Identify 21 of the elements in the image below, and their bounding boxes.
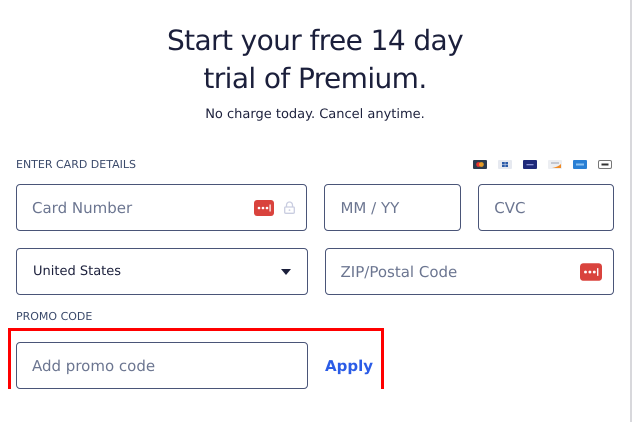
payment-card-icon	[548, 160, 562, 169]
input-field[interactable]: CVC	[478, 184, 614, 231]
card-number-field[interactable]: Card Number	[16, 184, 308, 231]
payment-card-icon	[498, 160, 512, 169]
subtitle: No charge today. Cancel anytime.	[205, 107, 425, 122]
country-select[interactable]: United States	[16, 248, 308, 295]
promo-code-field[interactable]: Add promo code	[16, 342, 308, 389]
page-title: Start your free 14 day trial of Premium.	[166, 23, 464, 97]
payment-card-icon	[573, 160, 587, 169]
password-manager-icon[interactable]	[580, 262, 602, 280]
payment-card-icon	[523, 160, 537, 169]
caret-icon	[280, 268, 291, 274]
lock-icon	[284, 201, 296, 214]
section-label: ENTER CARD DETAILS	[16, 158, 136, 171]
payment-card-icon	[598, 160, 612, 169]
password-manager-icon[interactable]	[254, 200, 274, 216]
zip-field[interactable]: ZIP/Postal Code	[324, 248, 614, 295]
section-label: PROMO CODE	[16, 310, 92, 323]
input-field[interactable]: MM / YY	[324, 184, 462, 231]
payment-card-icon	[473, 160, 487, 169]
apply-button[interactable]: Apply	[325, 352, 374, 378]
